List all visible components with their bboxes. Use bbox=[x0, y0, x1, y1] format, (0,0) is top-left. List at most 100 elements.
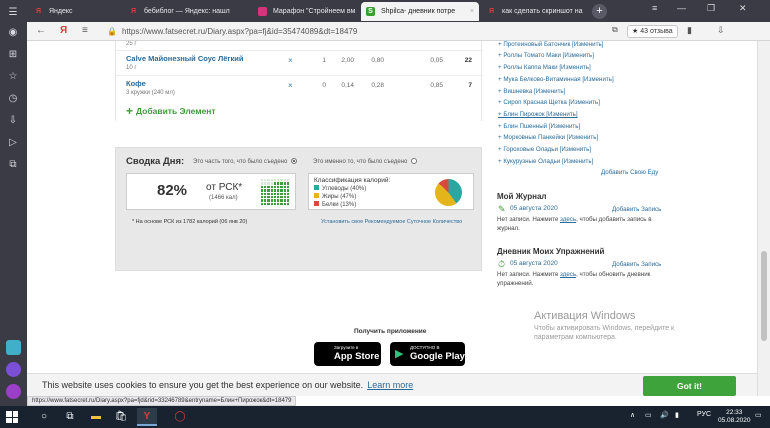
journal-text-before: Нет записи. Нажмите bbox=[497, 216, 561, 223]
exercise-date-link[interactable]: 05 августа 2020 bbox=[510, 260, 558, 267]
opera-icon[interactable]: ◯ bbox=[172, 409, 188, 425]
recent-food-link[interactable]: + Кукурузные Оладьи [Изменить] bbox=[498, 158, 593, 165]
yandex-browser-taskbar[interactable]: Y bbox=[137, 408, 157, 426]
recent-food-link[interactable]: + Мука Белково-Витаминная [Изменить] bbox=[498, 76, 614, 83]
messenger-icon[interactable] bbox=[6, 340, 21, 355]
option-eaten[interactable]: Это часть того, что было съедено bbox=[193, 158, 298, 165]
battery-icon[interactable]: ▮ bbox=[675, 411, 679, 419]
clock[interactable]: 22:33 05.08.2020 bbox=[718, 409, 751, 425]
food-name-link[interactable]: Calve Майонезный Соус Лёгкий bbox=[126, 54, 244, 63]
reviews-badge[interactable]: ★ 43 отзыва bbox=[627, 25, 678, 38]
tab-fatsecret-active[interactable]: S Shpilca- дневник потре × bbox=[361, 2, 479, 21]
journal-here-link[interactable]: здесь bbox=[560, 216, 576, 223]
set-rsk-link[interactable]: Установить свое Рекомендуемое Суточное К… bbox=[321, 219, 462, 225]
food-portion: 3 кружки (240 мл) bbox=[126, 90, 175, 96]
grid-icon[interactable]: ⊞ bbox=[6, 48, 20, 62]
bookmark-icon[interactable]: ▮ bbox=[687, 25, 692, 36]
rsk-label: от РСК* bbox=[206, 182, 243, 193]
journal-title: Мой Журнал bbox=[497, 192, 547, 201]
tab-label: Shpilca- дневник потре bbox=[381, 8, 456, 15]
tab-yandex[interactable]: Я Яндекс bbox=[29, 2, 77, 21]
recent-food-link[interactable]: + Протеиновый Батончик [Изменить] bbox=[498, 41, 603, 48]
rsk-grid-cell bbox=[261, 189, 264, 192]
new-tab-button[interactable]: + bbox=[592, 4, 607, 19]
search-icon[interactable]: ○ bbox=[36, 409, 52, 425]
copy-link-icon[interactable]: ⧉ bbox=[612, 25, 618, 35]
carbs-swatch bbox=[314, 185, 319, 190]
alice-icon[interactable]: ◉ bbox=[6, 26, 20, 40]
classification-title: Классификация калорий: bbox=[314, 177, 391, 184]
rsk-grid-cell bbox=[270, 192, 273, 195]
menu-icon[interactable]: ≡ bbox=[82, 25, 88, 36]
rsk-calories: (1466 кал) bbox=[209, 195, 238, 201]
file-explorer-icon[interactable]: ▬ bbox=[88, 409, 104, 425]
rsk-grid-cell bbox=[286, 202, 289, 205]
network-icon[interactable]: ▭ bbox=[645, 411, 652, 419]
recent-food-link[interactable]: + Гороховые Оладьи [Изменить] bbox=[498, 146, 591, 153]
rsk-grid-cell bbox=[264, 199, 267, 202]
radio-selected-icon[interactable] bbox=[291, 158, 298, 164]
url-field[interactable]: 🔒 https://www.fatsecret.ru/Diary.aspx?pa=… bbox=[107, 24, 607, 39]
add-own-food-link[interactable]: Добавить Свою Еду bbox=[601, 169, 658, 176]
rsk-grid-cell bbox=[283, 185, 286, 189]
recent-food-link[interactable]: + Морковные Панкейки [Изменить] bbox=[498, 134, 598, 141]
delete-icon[interactable]: × bbox=[288, 56, 293, 65]
app-store-button[interactable]: Загрузите в App Store bbox=[314, 342, 381, 366]
rsk-grid-cell bbox=[280, 179, 283, 182]
recent-food-link[interactable]: + Вишневка [Изменить] bbox=[498, 88, 565, 95]
close-tab-icon[interactable]: × bbox=[470, 2, 474, 21]
maximize-icon[interactable]: ❐ bbox=[707, 3, 715, 14]
google-play-button[interactable]: ▶ ДОСТУПНО В Google Play bbox=[390, 342, 465, 366]
radio-icon[interactable] bbox=[411, 158, 418, 164]
downloads-icon[interactable]: ⇩ bbox=[717, 25, 725, 36]
task-view-icon[interactable]: ⧉ bbox=[62, 409, 78, 425]
exercise-add-link[interactable]: Добавить Запись bbox=[612, 261, 661, 268]
exercise-here-link[interactable]: здесь bbox=[560, 271, 576, 278]
rsk-grid-cell bbox=[280, 202, 283, 205]
add-element-button[interactable]: + Добавить Элемент bbox=[126, 104, 216, 118]
language-indicator[interactable]: РУС bbox=[697, 411, 711, 418]
close-window-icon[interactable]: ✕ bbox=[739, 3, 747, 14]
menu-icon[interactable]: ≡ bbox=[652, 3, 657, 13]
downloads-icon[interactable]: ⇩ bbox=[6, 114, 20, 128]
tabs-icon[interactable]: ⧉ bbox=[6, 158, 20, 172]
food-value: 0,28 bbox=[371, 82, 384, 89]
store-icon[interactable]: 🛍 bbox=[113, 409, 129, 425]
food-name-link[interactable]: Кофе bbox=[126, 79, 146, 88]
windows-start-icon[interactable] bbox=[6, 411, 18, 423]
minimize-icon[interactable]: — bbox=[677, 3, 686, 13]
music-icon[interactable] bbox=[6, 384, 21, 399]
volume-icon[interactable]: 🔊 bbox=[660, 411, 669, 419]
recent-food-link[interactable]: + Роллы Томато Маки [Изменить] bbox=[498, 52, 594, 59]
class-label: Углеводы (40%) bbox=[322, 186, 367, 192]
back-icon[interactable]: ← bbox=[36, 25, 46, 36]
notifications-icon[interactable]: ▭ bbox=[755, 411, 762, 419]
assistant-icon[interactable] bbox=[6, 362, 21, 377]
journal-add-link[interactable]: Добавить Запись bbox=[612, 206, 661, 213]
yandex-logo-icon[interactable]: Я bbox=[60, 25, 67, 36]
rsk-grid-cell bbox=[264, 182, 267, 185]
learn-more-link[interactable]: Learn more bbox=[367, 380, 413, 390]
journal-icon: ✎ bbox=[498, 204, 506, 214]
delete-icon[interactable]: × bbox=[288, 81, 293, 90]
journal-date-link[interactable]: 05 августа 2020 bbox=[510, 205, 558, 212]
scrollbar-thumb[interactable] bbox=[761, 251, 767, 341]
tray-up-icon[interactable]: ∧ bbox=[630, 411, 635, 419]
bookmarks-icon[interactable]: ☆ bbox=[6, 70, 20, 84]
option-remaining[interactable]: Это именно то, что было съедено bbox=[313, 158, 418, 165]
got-it-button[interactable]: Got it! bbox=[643, 376, 736, 396]
rsk-grid-cell bbox=[277, 185, 280, 189]
tab-marathon[interactable]: Марафон "Стройнеем вм bbox=[253, 2, 361, 21]
recent-food-link-hover[interactable]: + Блин Пирожок [Изменить] bbox=[498, 111, 578, 118]
page-scrollbar[interactable] bbox=[757, 41, 770, 396]
media-icon[interactable]: ▷ bbox=[6, 136, 20, 150]
food-value: 1 bbox=[322, 57, 326, 64]
class-protein: Белки (13%) bbox=[314, 201, 356, 208]
recent-food-link[interactable]: + Блин Пшенный [Изменить] bbox=[498, 123, 580, 130]
history-icon[interactable]: ◷ bbox=[6, 92, 20, 106]
menu-icon[interactable]: ☰ bbox=[6, 6, 20, 20]
tab-babyblog-search[interactable]: Я бебиблог — Яндекс: нашл bbox=[124, 2, 232, 21]
recent-food-link[interactable]: + Сироп Красная Щетка [Изменить] bbox=[498, 99, 600, 106]
tab-screenshot-search[interactable]: Я как сделать скриншот на bbox=[482, 2, 592, 21]
recent-food-link[interactable]: + Роллы Каппа Маки [Изменить] bbox=[498, 64, 591, 71]
